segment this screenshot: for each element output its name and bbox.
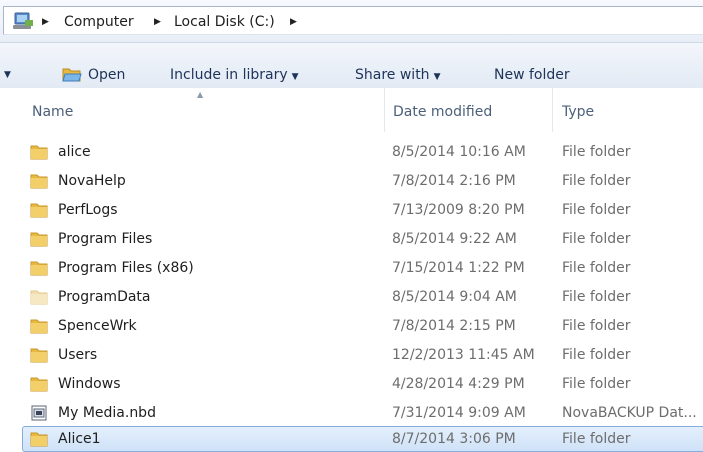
column-header-type[interactable]: Type [562,103,594,121]
folder-icon [30,377,48,392]
file-name: PerfLogs [58,202,118,218]
column-divider[interactable] [552,88,553,132]
file-type: File folder [562,318,631,334]
file-date: 8/5/2014 9:22 AM [392,231,517,247]
file-name: Program Files [58,231,153,247]
list-item[interactable]: alice 8/5/2014 10:16 AM File folder [0,138,703,164]
list-item[interactable]: Program Files 8/5/2014 9:22 AM File fold… [0,225,703,251]
address-bar: ▶ Computer ▶ Local Disk (C:) ▶ [0,0,703,42]
file-date: 7/15/2014 1:22 PM [392,260,525,276]
column-divider[interactable] [384,88,385,132]
file-name: ProgramData [58,289,151,305]
list-item[interactable]: Program Files (x86) 7/15/2014 1:22 PM Fi… [0,254,703,280]
file-name: My Media.nbd [58,405,156,421]
computer-icon [13,12,33,29]
file-type: File folder [562,231,631,247]
file-name: NovaHelp [58,173,126,189]
breadcrumb-separator-icon[interactable]: ▶ [42,13,49,31]
folder-icon [30,348,48,363]
column-header-row: ▲ Name Date modified Type [0,88,703,132]
include-in-library-label: Include in library [170,67,288,83]
folder-icon [30,174,48,189]
file-date: 7/13/2009 8:20 PM [392,202,525,218]
file-type: File folder [562,260,631,276]
file-name: Alice1 [58,431,101,447]
breadcrumb-separator-icon[interactable]: ▶ [154,13,161,31]
file-name: Program Files (x86) [58,260,194,276]
folder-icon [30,261,48,276]
file-name: SpenceWrk [58,318,137,334]
file-type: File folder [562,431,631,447]
share-with-button[interactable]: Share with ▼ [355,65,440,85]
breadcrumb-computer[interactable]: Computer [64,13,134,31]
file-type: File folder [562,144,631,160]
file-date: 8/7/2014 3:06 PM [392,431,516,447]
file-type: File folder [562,347,631,363]
file-date: 7/31/2014 9:09 AM [392,405,526,421]
folder-hidden-icon [30,290,48,305]
file-date: 8/5/2014 9:04 AM [392,289,517,305]
folder-icon [30,203,48,218]
share-with-label: Share with [355,67,430,83]
sort-indicator-icon: ▲ [197,90,204,99]
chevron-down-icon: ▼ [291,72,299,82]
file-type: File folder [562,289,631,305]
column-header-date-modified[interactable]: Date modified [393,103,492,121]
list-item[interactable]: SpenceWrk 7/8/2014 2:15 PM File folder [0,312,703,338]
file-name: Windows [58,376,121,392]
file-type: File folder [562,202,631,218]
open-folder-icon [62,68,82,82]
file-type: NovaBACKUP Dat... [562,405,697,421]
file-type: File folder [562,376,631,392]
new-folder-button[interactable]: New folder [494,65,570,85]
list-item[interactable]: Users 12/2/2013 11:45 AM File folder [0,341,703,367]
breadcrumb-local-disk[interactable]: Local Disk (C:) [174,13,275,31]
file-name: Users [58,347,98,363]
folder-icon [30,145,48,160]
file-name: alice [58,144,91,160]
chevron-down-icon: ▼ [433,72,441,82]
list-item-selected[interactable]: Alice1 8/7/2014 3:06 PM File folder [0,425,703,452]
open-button[interactable]: Open [88,65,125,85]
list-item[interactable]: PerfLogs 7/13/2009 8:20 PM File folder [0,196,703,222]
organize-dropdown-icon[interactable]: ▼ [4,65,11,85]
list-item[interactable]: ProgramData 8/5/2014 9:04 AM File folder [0,283,703,309]
folder-icon [30,319,48,334]
file-date: 12/2/2013 11:45 AM [392,347,535,363]
file-date: 8/5/2014 10:16 AM [392,144,526,160]
column-header-name[interactable]: Name [32,103,73,121]
folder-icon [30,232,48,247]
file-date: 4/28/2014 4:29 PM [392,376,525,392]
include-in-library-button[interactable]: Include in library ▼ [170,65,299,85]
file-date: 7/8/2014 2:15 PM [392,318,516,334]
file-type: File folder [562,173,631,189]
breadcrumb-separator-icon[interactable]: ▶ [290,13,297,31]
folder-icon [30,432,48,447]
breadcrumb[interactable]: ▶ Computer ▶ Local Disk (C:) ▶ [3,6,703,35]
list-item[interactable]: Windows 4/28/2014 4:29 PM File folder [0,370,703,396]
list-item[interactable]: NovaHelp 7/8/2014 2:16 PM File folder [0,167,703,193]
file-date: 7/8/2014 2:16 PM [392,173,516,189]
backup-file-icon [31,405,47,421]
list-item[interactable]: My Media.nbd 7/31/2014 9:09 AM NovaBACKU… [0,399,703,425]
